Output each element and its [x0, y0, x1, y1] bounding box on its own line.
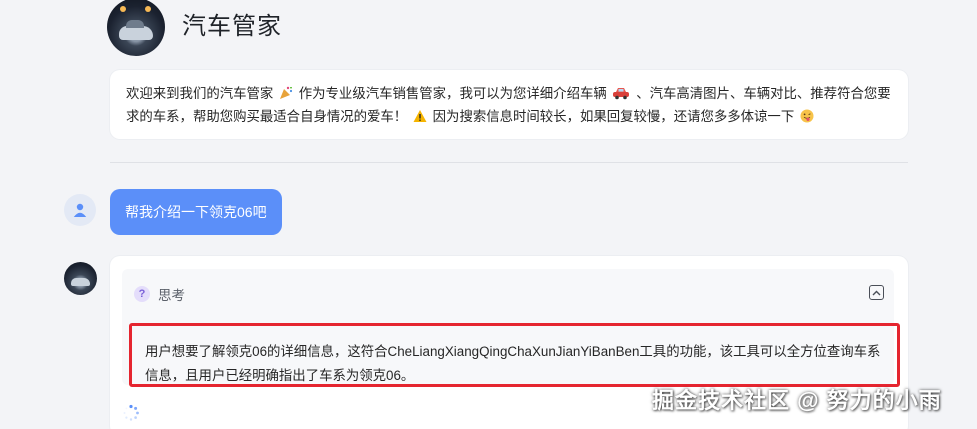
- user-message-bubble: 帮我介绍一下领克06吧: [110, 189, 282, 235]
- question-icon: ?: [134, 286, 150, 302]
- loading-spinner-icon: [123, 404, 139, 421]
- divider: [110, 162, 908, 163]
- tongue-face-icon: [800, 109, 814, 123]
- chevron-up-icon: [872, 290, 881, 295]
- warning-icon: [413, 110, 427, 122]
- thinking-label: 思考: [158, 288, 185, 303]
- collapse-button[interactable]: [869, 285, 884, 300]
- highlight-annotation-box: [129, 323, 900, 387]
- agent-avatar: [107, 0, 165, 56]
- welcome-text-1: 欢迎来到我们的汽车管家: [126, 86, 274, 101]
- welcome-text-2: 作为专业级汽车销售管家，我可以为您详细介绍车辆: [298, 86, 607, 101]
- agent-header: 汽车管家: [107, 0, 282, 56]
- agent-title: 汽车管家: [182, 13, 282, 40]
- party-popper-icon: [280, 86, 293, 99]
- watermark: 掘金技术社区 @ 努力的小雨: [652, 388, 942, 413]
- bot-avatar: [64, 262, 97, 295]
- car-icon: [613, 88, 630, 100]
- welcome-text-4: 因为搜索信息时间较长，如果回复较慢，还请您多多体谅一下: [432, 109, 795, 124]
- user-icon: [73, 203, 87, 217]
- thinking-header[interactable]: ? 思考: [134, 284, 185, 304]
- user-message-text: 帮我介绍一下领克06吧: [125, 204, 267, 220]
- welcome-message: 欢迎来到我们的汽车管家 作为专业级汽车销售管家，我可以为您详细介绍车辆 、汽车高…: [110, 70, 908, 139]
- user-avatar: [64, 194, 96, 226]
